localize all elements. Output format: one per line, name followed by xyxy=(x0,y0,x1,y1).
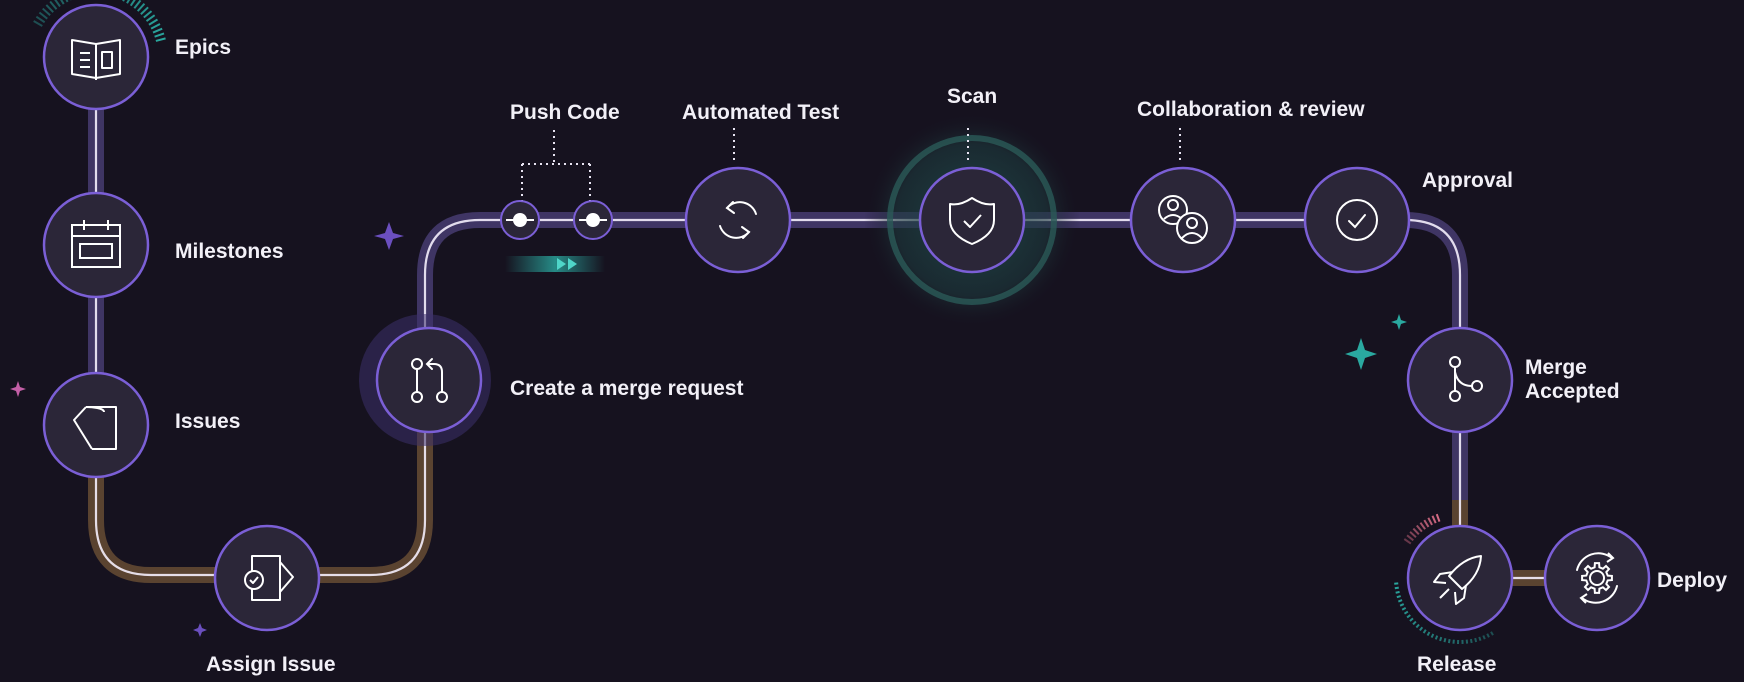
ring-tick xyxy=(1432,516,1435,523)
release-node xyxy=(1408,526,1512,630)
ring-tick xyxy=(1407,535,1413,540)
sparkle-icon xyxy=(193,623,207,637)
issues-label: Issues xyxy=(175,410,240,434)
commit-icon xyxy=(501,201,539,239)
ring-tick xyxy=(1420,523,1425,530)
ring-tick xyxy=(1440,637,1441,641)
ring-tick xyxy=(1416,625,1419,628)
deploy-node xyxy=(1545,526,1649,630)
ring-tick xyxy=(63,0,68,2)
ring-tick xyxy=(156,38,166,41)
ring-tick xyxy=(1404,539,1411,544)
deploy-label: Deploy xyxy=(1657,569,1727,593)
ring-tick xyxy=(1449,639,1450,643)
automated-test-label: Automated Test xyxy=(682,101,839,125)
ring-tick xyxy=(144,11,152,17)
ring-tick xyxy=(1424,520,1428,527)
ring-tick xyxy=(1420,627,1422,630)
merge-request-label: Create a merge request xyxy=(510,377,743,401)
ring-tick xyxy=(59,0,64,4)
ring-tick xyxy=(46,5,53,12)
ring-tick xyxy=(1428,632,1430,635)
ring-tick xyxy=(39,12,47,18)
ring-tick xyxy=(1471,639,1472,643)
review-label: Collaboration & review xyxy=(1137,98,1365,122)
ring-tick xyxy=(34,21,43,26)
ring-tick xyxy=(1404,612,1407,614)
ring-tick xyxy=(1402,608,1406,610)
ring-tick xyxy=(151,24,160,29)
epics-label: Epics xyxy=(175,36,231,60)
ring-tick xyxy=(1410,532,1416,537)
diagram-canvas xyxy=(0,0,1744,677)
epics-node xyxy=(44,5,148,109)
ring-tick xyxy=(149,20,158,25)
ring-tick xyxy=(1398,600,1402,601)
push-code-label: Push Code xyxy=(510,101,620,125)
sparkle-icon xyxy=(10,381,26,397)
devops-flow-diagram: Epics Milestones Issues Assign Issue Cre… xyxy=(0,0,1744,677)
sparkle-icon xyxy=(1345,338,1377,370)
scan-node xyxy=(920,168,1024,272)
scan-label: Scan xyxy=(947,85,997,109)
ring-tick xyxy=(1487,634,1489,638)
ring-tick xyxy=(147,15,155,21)
assign-issue-label: Assign Issue xyxy=(206,653,336,677)
commit-icon xyxy=(574,201,612,239)
ring-tick xyxy=(153,29,162,33)
ring-tick xyxy=(1396,592,1400,593)
ring-tick xyxy=(36,17,44,23)
ring-tick xyxy=(141,7,148,14)
milestones-node xyxy=(44,193,148,297)
ring-tick xyxy=(1424,630,1426,633)
ring-tick xyxy=(1407,615,1410,617)
merge-accepted-node xyxy=(1408,328,1512,432)
ring-tick xyxy=(134,0,140,8)
ring-tick xyxy=(1413,529,1418,535)
sparkle-icon xyxy=(374,222,404,250)
ring-tick xyxy=(1395,588,1399,589)
ring-tick xyxy=(1397,596,1401,597)
ring-tick xyxy=(1491,632,1493,635)
ring-tick xyxy=(1410,618,1413,621)
progress-arrows xyxy=(505,256,605,272)
ring-tick xyxy=(1432,634,1434,638)
merge-request-node xyxy=(377,328,481,432)
ring-tick xyxy=(54,0,60,6)
ring-tick xyxy=(1417,525,1422,531)
ring-tick xyxy=(1444,638,1445,642)
ring-tick xyxy=(138,4,145,11)
ring-tick xyxy=(155,33,164,36)
ring-tick xyxy=(1475,638,1476,642)
ring-tick xyxy=(43,9,50,16)
ring-tick xyxy=(1479,637,1480,641)
push-connector-dots xyxy=(522,130,590,202)
approval-node xyxy=(1305,168,1409,272)
ring-tick xyxy=(131,0,137,6)
ring-tick xyxy=(1400,604,1404,606)
ring-tick xyxy=(123,0,127,1)
release-label: Release xyxy=(1417,653,1496,677)
ring-tick xyxy=(1436,636,1437,640)
ring-tick xyxy=(1483,635,1485,639)
sparkle-icon xyxy=(1391,314,1407,330)
approval-label: Approval xyxy=(1422,169,1513,193)
ring-tick xyxy=(1428,518,1432,525)
assign-issue-node xyxy=(215,526,319,630)
automated-test-node xyxy=(686,168,790,272)
issues-node xyxy=(44,373,148,477)
ring-tick xyxy=(1437,514,1440,522)
review-node xyxy=(1131,168,1235,272)
ring-tick xyxy=(1413,622,1416,625)
track-inner-line xyxy=(96,55,1600,578)
ring-tick xyxy=(50,1,56,9)
milestones-label: Milestones xyxy=(175,240,284,264)
ring-tick xyxy=(127,0,132,3)
merge-accepted-label: MergeAccepted xyxy=(1525,356,1635,404)
flow-track xyxy=(96,55,1600,578)
